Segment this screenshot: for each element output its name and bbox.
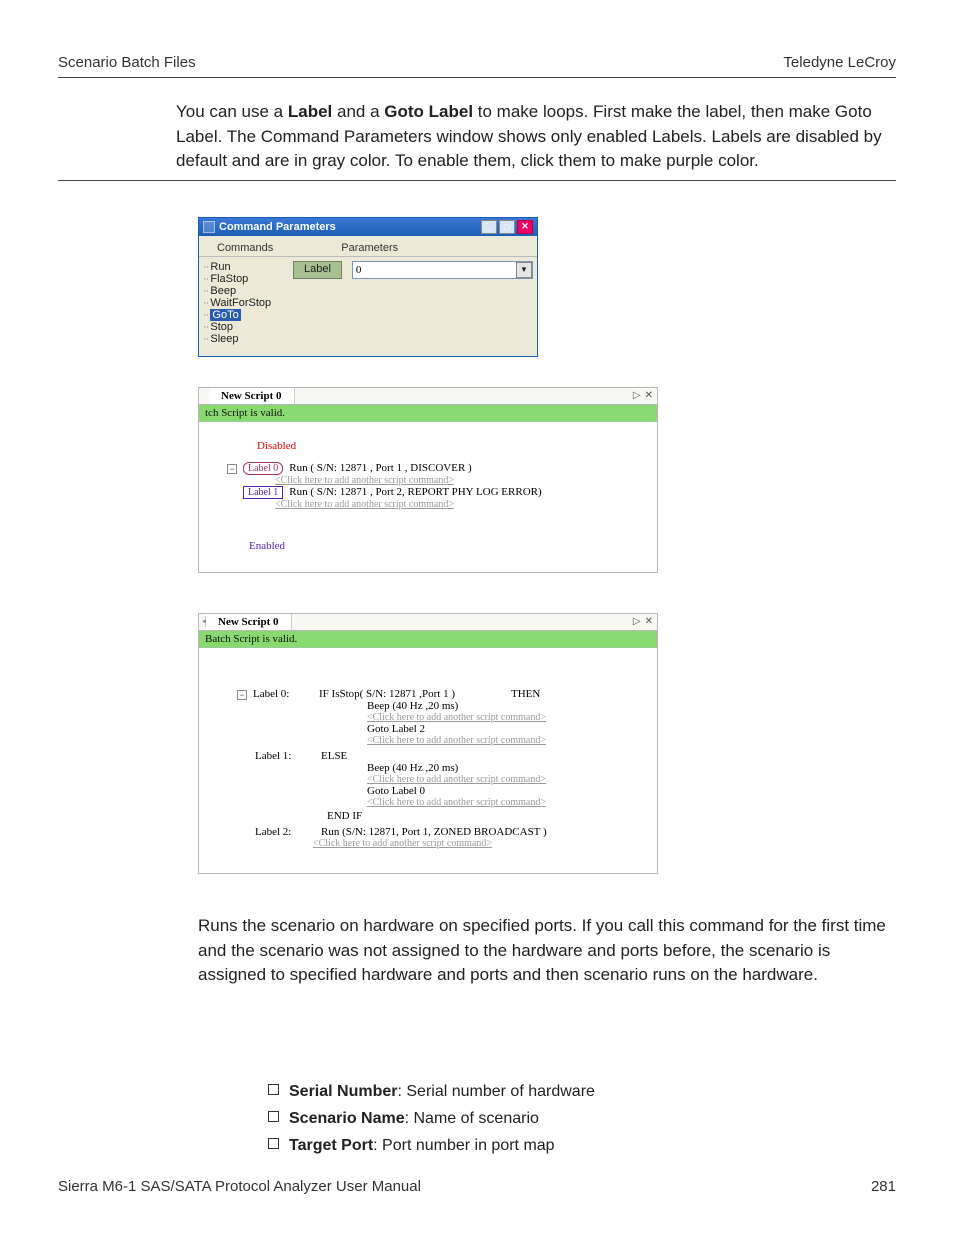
list-item: Scenario Name: Name of scenario (268, 1105, 896, 1132)
panel-dock-icon-b[interactable]: ▷ (633, 616, 641, 627)
minimize-button[interactable]: _ (481, 220, 497, 234)
label-0-box[interactable]: Label 0 (243, 462, 283, 475)
tab-new-script-0[interactable]: New Script 0 (209, 388, 295, 404)
tree-beep[interactable]: Beep (203, 285, 293, 297)
label-0[interactable]: Label 0: (253, 688, 313, 700)
commands-tab-label: Commands (203, 240, 287, 256)
script-panel-2: ◂ New Script 0 ▷ ✕ Batch Script is valid… (198, 613, 658, 874)
run-cmd-0: Run ( S/N: 12871 , Port 1 , DISCOVER ) (289, 462, 471, 474)
footer-page-number: 281 (871, 1178, 896, 1195)
param-input[interactable] (352, 261, 533, 279)
param-label: Label (293, 261, 342, 279)
title-bar[interactable]: Command Parameters _ □ ✕ (199, 218, 537, 236)
page-header: Scenario Batch Files Teledyne LeCroy (58, 0, 896, 78)
tree-goto-selected: GoTo (210, 309, 240, 321)
tree-collapse-icon[interactable]: − (227, 464, 237, 474)
list-item: Target Port: Port number in port map (268, 1132, 896, 1159)
hint-0[interactable]: <Click here to add another script comman… (367, 712, 651, 723)
disabled-annotation: Disabled (257, 440, 681, 452)
goto-2: Goto Label 2 (367, 723, 651, 735)
tree-flastop[interactable]: FlaStop (203, 273, 293, 285)
bullet-box-icon (268, 1111, 279, 1122)
label-1[interactable]: Label 1: (255, 750, 315, 762)
header-left: Scenario Batch Files (58, 54, 196, 71)
beep-1: Beep (40 Hz ,20 ms) (367, 762, 651, 774)
intro-goto-bold: Goto Label (384, 102, 473, 121)
tab-new-script-0-b[interactable]: New Script 0 (206, 614, 292, 630)
target-port-desc: : Port number in port map (373, 1137, 554, 1154)
tree-stop[interactable]: Stop (203, 321, 293, 333)
panel-left-arrow-icon[interactable]: ◂ (199, 616, 206, 627)
bullet-box-icon (268, 1138, 279, 1149)
goto-0: Goto Label 0 (367, 785, 651, 797)
scenario-name-desc: : Name of scenario (405, 1110, 539, 1127)
hint-0b[interactable]: <Click here to add another script comman… (367, 735, 651, 746)
tree-goto[interactable]: GoTo (203, 309, 293, 321)
command-tree[interactable]: Run FlaStop Beep WaitForStop GoTo Stop S… (203, 261, 293, 352)
label-1-box[interactable]: Label 1 (243, 486, 283, 499)
tree-sleep[interactable]: Sleep (203, 333, 293, 345)
window-title: Command Parameters (219, 221, 336, 233)
intro-paragraph: You can use a Label and a Goto Label to … (58, 78, 896, 181)
bullet-box-icon (268, 1084, 279, 1095)
intro-label-bold: Label (288, 102, 332, 121)
panel-dock-icon[interactable]: ▷ (633, 390, 641, 401)
enabled-annotation: Enabled (249, 540, 651, 552)
tree-collapse-icon-b[interactable]: − (237, 690, 247, 700)
run-cmd-1: Run ( S/N: 12871 , Port 2, REPORT PHY LO… (289, 486, 541, 498)
else-kw: ELSE (321, 750, 347, 762)
maximize-button[interactable]: □ (499, 220, 515, 234)
list-item: Serial Number: Serial number of hardware (268, 1078, 896, 1105)
endif-kw: END IF (327, 810, 651, 822)
hint-2[interactable]: <Click here to add another script comman… (313, 838, 651, 849)
serial-number-desc: : Serial number of hardware (397, 1083, 594, 1100)
if-isstop: IF IsStop( S/N: 12871 ,Port 1 ) (319, 688, 455, 700)
script-valid-bar: tch Script is valid. (199, 405, 657, 422)
window-icon (203, 221, 215, 233)
panel-close-icon[interactable]: ✕ (645, 390, 653, 401)
label-2[interactable]: Label 2: (255, 826, 315, 838)
serial-number-label: Serial Number (289, 1083, 397, 1100)
run-paragraph: Runs the scenario on hardware on specifi… (58, 914, 896, 988)
header-right: Teledyne LeCroy (783, 54, 896, 71)
parameters-tab-label: Parameters (327, 240, 412, 256)
script-add-hint-1[interactable]: <Click here to add another script comman… (275, 499, 651, 510)
target-port-label: Target Port (289, 1137, 373, 1154)
dropdown-button[interactable]: ▼ (516, 262, 532, 278)
hint-1[interactable]: <Click here to add another script comman… (367, 774, 651, 785)
script-add-hint-0[interactable]: <Click here to add another script comman… (275, 475, 651, 486)
script-body-2: − Label 0: IF IsStop( S/N: 12871 ,Port 1… (199, 648, 657, 873)
script-panel-1: New Script 0 ▷ ✕ tch Script is valid. Di… (198, 387, 658, 573)
then-kw: THEN (511, 688, 540, 700)
footer-left: Sierra M6-1 SAS/SATA Protocol Analyzer U… (58, 1178, 421, 1195)
tree-run[interactable]: Run (203, 261, 293, 273)
close-button[interactable]: ✕ (517, 220, 533, 234)
panel-close-icon-b[interactable]: ✕ (645, 616, 653, 627)
hint-1b[interactable]: <Click here to add another script comman… (367, 797, 651, 808)
tab-row: Commands Parameters (199, 236, 537, 256)
command-parameters-window: Command Parameters _ □ ✕ Commands Parame… (198, 217, 538, 357)
page-footer: Sierra M6-1 SAS/SATA Protocol Analyzer U… (58, 1178, 896, 1195)
script-valid-bar-b: Batch Script is valid. (199, 631, 657, 648)
tree-waitforstop[interactable]: WaitForStop (203, 297, 293, 309)
intro-t2: and a (332, 102, 384, 121)
intro-t1: You can use a (176, 102, 288, 121)
parameter-list: Serial Number: Serial number of hardware… (58, 1078, 896, 1160)
beep-0: Beep (40 Hz ,20 ms) (367, 700, 651, 712)
run-zoned: Run (S/N: 12871, Port 1, ZONED BROADCAST… (321, 826, 547, 838)
scenario-name-label: Scenario Name (289, 1110, 405, 1127)
